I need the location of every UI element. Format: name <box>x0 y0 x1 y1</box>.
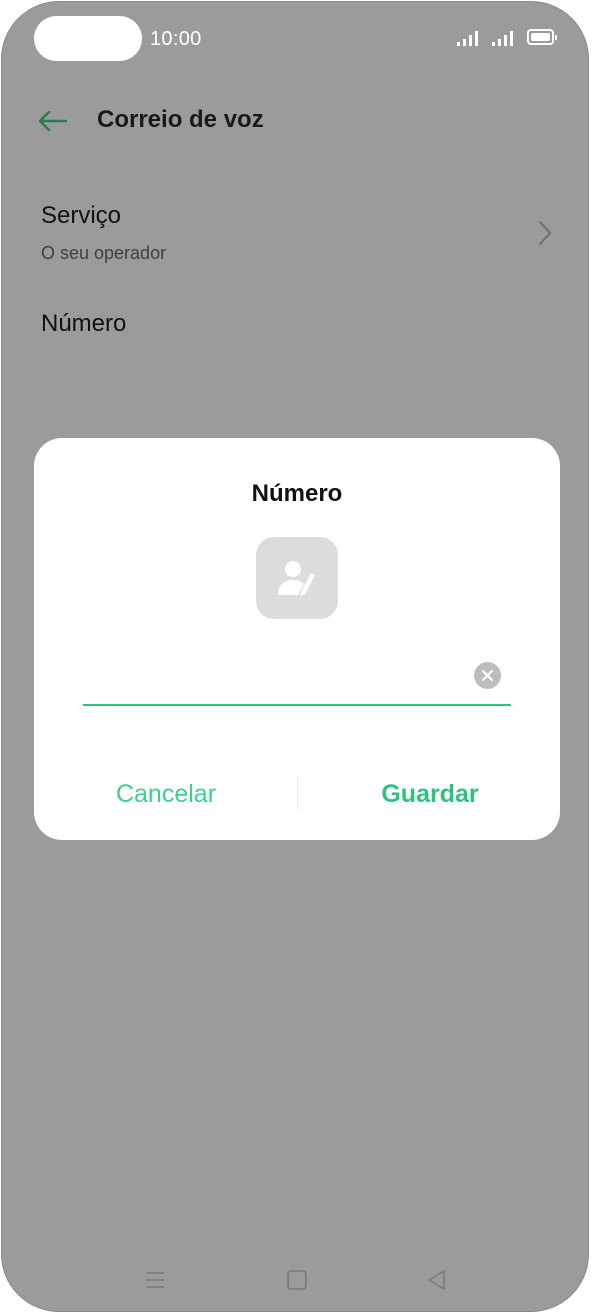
clear-icon <box>481 669 494 682</box>
pick-contact-button[interactable] <box>256 537 338 619</box>
cancel-button[interactable]: Cancelar <box>64 774 268 814</box>
battery-icon <box>527 29 557 45</box>
page-title: Correio de voz <box>97 106 264 133</box>
contact-edit-icon <box>278 561 315 596</box>
signal-icon <box>492 30 513 46</box>
navigation-bar <box>2 1257 588 1303</box>
status-icons <box>457 29 557 46</box>
settings-item-number[interactable]: Número <box>41 310 126 338</box>
dialog-title: Número <box>251 480 343 507</box>
service-value: O seu operador <box>41 243 167 263</box>
phone-screen: 10:00 Correio de voz Serviço O seu opera… <box>1 1 589 1312</box>
chevron-right-icon <box>539 221 551 245</box>
status-time: 10:00 <box>150 28 202 50</box>
nav-back-button[interactable] <box>424 1267 450 1293</box>
save-button[interactable]: Guardar <box>328 774 532 814</box>
input-underline <box>83 704 511 706</box>
menu-button[interactable] <box>142 1267 168 1293</box>
camera-cutout <box>34 16 142 61</box>
signal-icon <box>457 30 478 46</box>
button-divider <box>297 776 298 810</box>
service-label: Serviço <box>41 202 122 229</box>
number-input[interactable] <box>83 660 471 704</box>
number-dialog: Número Cancelar Guardar <box>34 438 560 840</box>
back-button[interactable] <box>36 104 70 138</box>
menu-icon <box>146 1272 164 1288</box>
settings-item-service[interactable]: Serviço O seu operador <box>2 194 588 274</box>
clear-button[interactable] <box>474 662 501 689</box>
back-triangle-icon <box>428 1270 445 1290</box>
arrow-left-icon <box>38 110 68 132</box>
home-button[interactable] <box>284 1267 310 1293</box>
home-icon <box>287 1270 307 1290</box>
